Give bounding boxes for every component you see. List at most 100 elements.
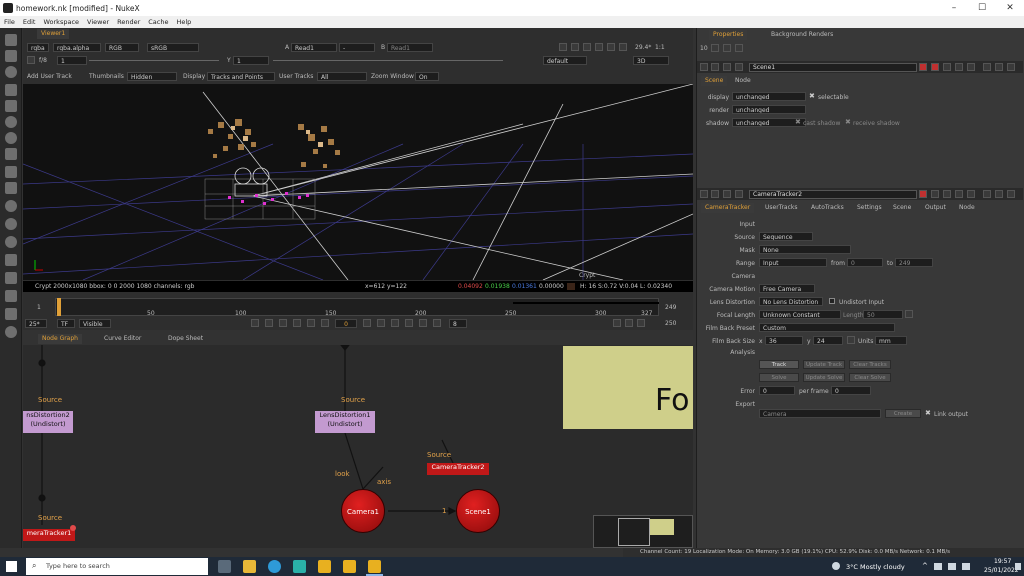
playback-mode-icon[interactable] (613, 319, 621, 327)
merge-icon[interactable] (5, 148, 17, 160)
close-panel-icon[interactable] (1007, 63, 1015, 71)
node-color-icon[interactable] (723, 63, 731, 71)
cast-shadow-check-icon[interactable]: ✖ (795, 118, 801, 126)
frame-step-field[interactable]: 8 (449, 319, 467, 328)
metadata-icon[interactable] (5, 254, 17, 266)
play-backward-icon[interactable] (321, 319, 329, 327)
lut-dropdown[interactable]: sRGB (147, 43, 199, 52)
focal-length-dropdown[interactable]: Unknown Constant (759, 310, 841, 319)
zoom-window-dropdown[interactable]: On (415, 72, 439, 81)
user-tracks-dropdown[interactable]: All (317, 72, 367, 81)
ct-collapse-icon[interactable] (700, 190, 708, 198)
ct-node-color-icon[interactable] (723, 190, 731, 198)
time-icon[interactable] (5, 66, 17, 78)
weather-icon[interactable] (832, 562, 840, 570)
tab-autotracks[interactable]: AutoTracks (807, 203, 848, 213)
tab-dope-sheet[interactable]: Dope Sheet (164, 334, 207, 344)
frame-increment-field[interactable]: 1 (57, 56, 87, 65)
input-b-dropdown[interactable]: Read1 (387, 43, 433, 52)
source-dropdown[interactable]: Sequence (759, 232, 813, 241)
display-dropdown[interactable]: Tracks and Points (207, 72, 275, 81)
keyer-icon[interactable] (5, 132, 17, 144)
furnace-icon[interactable] (5, 308, 17, 320)
tf-dropdown[interactable]: TF (57, 319, 75, 328)
length-animation-icon[interactable] (905, 310, 913, 318)
draw-icon[interactable] (5, 50, 17, 62)
channels-dropdown[interactable]: rgba (27, 43, 49, 52)
alpha-channel-dropdown[interactable]: rgba.alpha (53, 43, 101, 52)
ct-tile-color-icon[interactable] (919, 190, 927, 198)
length-field[interactable]: 50 (863, 310, 903, 319)
image-icon[interactable] (5, 34, 17, 46)
file-explorer-icon[interactable] (243, 560, 256, 573)
redo-icon[interactable] (955, 63, 963, 71)
other-icon[interactable] (5, 290, 17, 302)
tab-scene[interactable]: Scene (701, 76, 728, 86)
proxy-dropdown[interactable]: default (543, 56, 587, 65)
pin-icon[interactable] (711, 44, 719, 52)
film-back-y-field[interactable]: 24 (813, 336, 843, 345)
ct-panel-help-icon[interactable] (983, 190, 991, 198)
menu-edit[interactable]: Edit (19, 16, 40, 26)
render-param-dropdown[interactable]: unchanged (732, 105, 806, 114)
nuke-taskbar-icon-3[interactable] (368, 560, 381, 573)
gamma-field[interactable]: 1 (233, 56, 269, 65)
scene1-name-field[interactable]: Scene1 (749, 63, 917, 72)
clear-solve-button[interactable]: Clear Solve (849, 373, 891, 382)
tab-viewer1[interactable]: Viewer1 (37, 29, 70, 39)
tile-color-icon[interactable] (919, 63, 927, 71)
ofx-icon[interactable] (5, 326, 17, 338)
thumbnails-dropdown[interactable]: Hidden (127, 72, 177, 81)
in-point-icon[interactable] (251, 319, 259, 327)
create-button[interactable]: Create (885, 409, 921, 418)
overlay-icon[interactable] (619, 43, 627, 51)
transform-icon[interactable] (5, 166, 17, 178)
ct-gl-color-icon[interactable] (931, 190, 939, 198)
ct-settings-icon[interactable] (735, 190, 743, 198)
fps-dropdown[interactable]: 25* (25, 319, 47, 328)
help-icon[interactable] (711, 63, 719, 71)
clear-tracks-button[interactable]: Clear Tracks (849, 360, 891, 369)
colorspace-dropdown[interactable]: RGB (105, 43, 139, 52)
viewer-mode-dropdown[interactable]: 3D (633, 56, 669, 65)
out-point-icon[interactable] (433, 319, 441, 327)
windows-start-icon[interactable] (6, 561, 17, 572)
next-keyframe-icon[interactable] (405, 319, 413, 327)
lens-distortion2-node[interactable]: nsDistortion2 (Undistort) (23, 411, 73, 433)
display-param-dropdown[interactable]: unchanged (732, 92, 806, 101)
settings-icon[interactable] (735, 63, 743, 71)
track-button[interactable]: Track (759, 360, 799, 369)
panel-help-icon[interactable] (983, 63, 991, 71)
views-icon[interactable] (5, 236, 17, 248)
film-back-preset-dropdown[interactable]: Custom (759, 323, 895, 332)
play-forward-icon[interactable] (363, 319, 371, 327)
input-a-dropdown[interactable]: Read1 (291, 43, 337, 52)
scene1-node[interactable]: Scene1 (456, 489, 500, 533)
roi-icon[interactable] (559, 43, 567, 51)
camera1-node[interactable]: Camera1 (341, 489, 385, 533)
float-panel-icon[interactable] (995, 63, 1003, 71)
weather-text[interactable]: 3°C Mostly cloudy (846, 563, 905, 571)
menu-render[interactable]: Render (113, 16, 144, 26)
from-field[interactable]: 0 (847, 258, 883, 267)
tab-ct-node[interactable]: Node (955, 203, 979, 213)
prev-inc-icon[interactable] (293, 319, 301, 327)
task-view-icon[interactable] (218, 560, 231, 573)
receive-shadow-check-icon[interactable]: ✖ (845, 118, 851, 126)
color-icon[interactable] (5, 100, 17, 112)
nuke-taskbar-icon-2[interactable] (343, 560, 356, 573)
to-field[interactable]: 249 (895, 258, 933, 267)
camera-tracker1-node[interactable]: meraTracker1 (23, 529, 75, 541)
ct-float-panel-icon[interactable] (995, 190, 1003, 198)
lens-distortion-dropdown[interactable]: No Lens Distortion (759, 297, 823, 306)
fstop-readout[interactable]: f/8 (39, 57, 47, 64)
camera-tracker2-node[interactable]: CameraTracker2 (427, 463, 489, 475)
mask-dropdown[interactable]: None (759, 245, 851, 254)
wipe-mode-dropdown[interactable]: - (339, 43, 375, 52)
export-dropdown[interactable]: Camera (759, 409, 881, 418)
taskbar-search-box[interactable]: ⌕ Type here to search (26, 558, 208, 575)
ct-revert-icon[interactable] (967, 190, 975, 198)
notifications-icon[interactable] (1015, 563, 1021, 570)
update-solve-button[interactable]: Update Solve (803, 373, 845, 382)
tab-ct-scene[interactable]: Scene (889, 203, 915, 213)
